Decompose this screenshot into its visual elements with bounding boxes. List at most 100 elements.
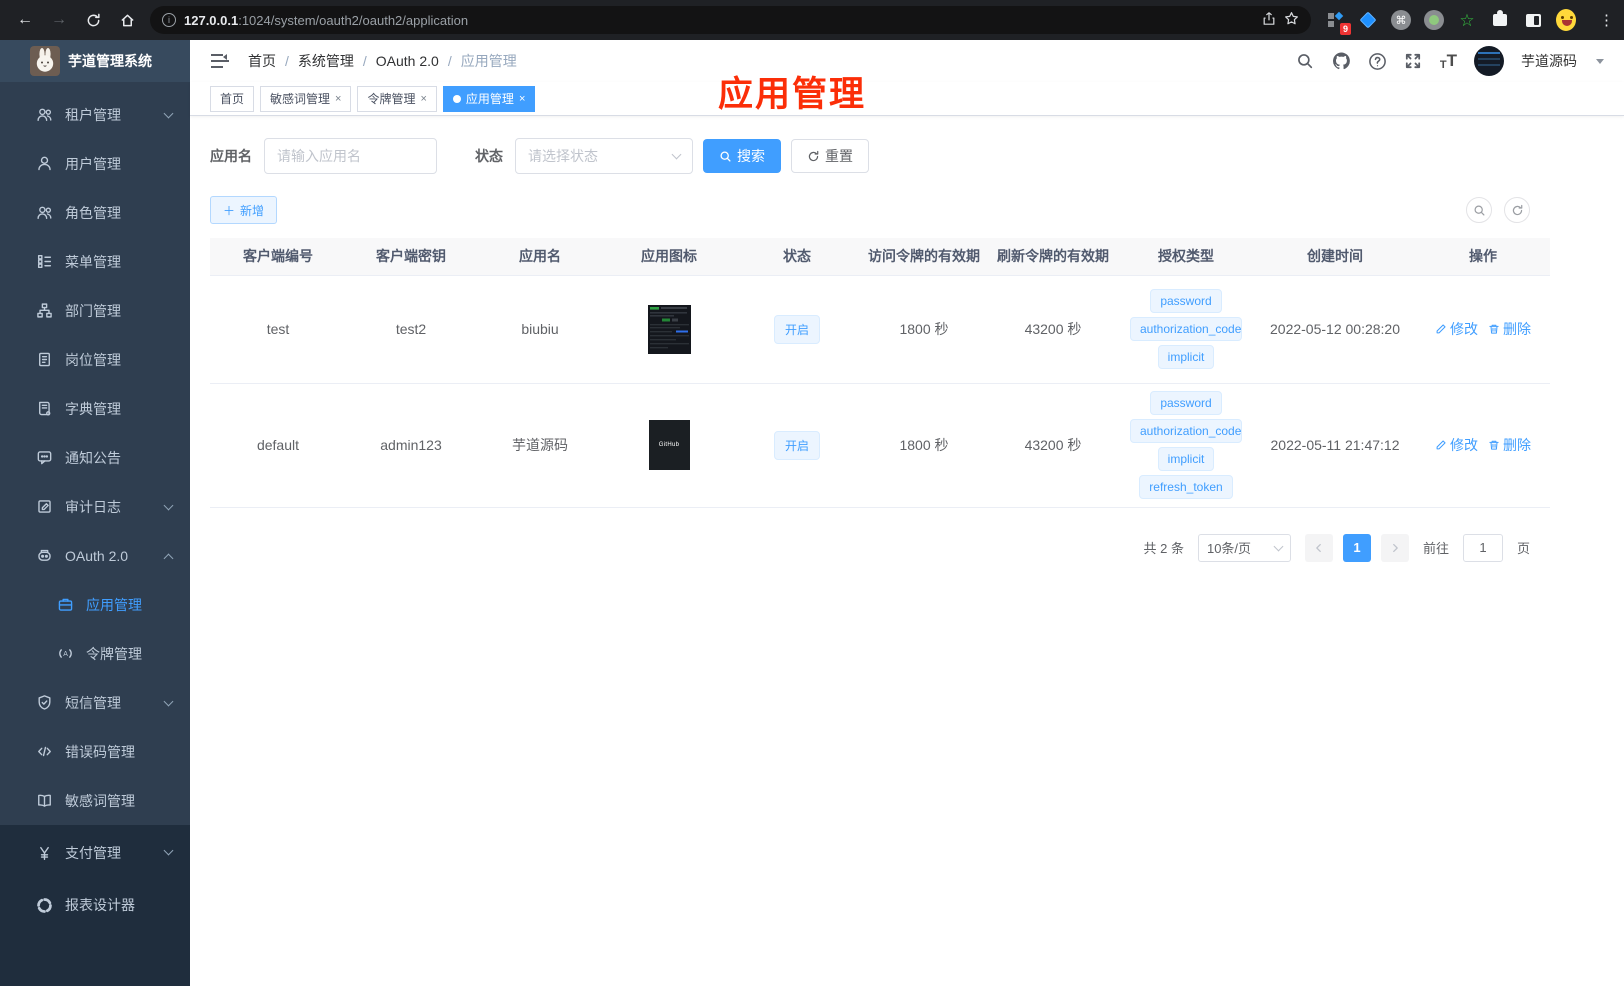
edit-icon xyxy=(1436,440,1446,450)
close-icon[interactable]: × xyxy=(420,93,426,105)
share-icon[interactable] xyxy=(1262,11,1276,29)
command-extension-icon[interactable]: ⌘ xyxy=(1391,10,1411,30)
close-icon[interactable]: × xyxy=(335,93,341,105)
sidebar-item-dict[interactable]: 字典管理 xyxy=(0,384,190,433)
trash-icon xyxy=(1489,440,1499,450)
site-info-icon[interactable]: i xyxy=(162,13,176,27)
url-text: 127.0.0.1:1024/system/oauth2/oauth2/appl… xyxy=(184,12,469,28)
fullscreen-icon[interactable] xyxy=(1404,52,1423,71)
sidebar-item-sms[interactable]: 短信管理 xyxy=(0,678,190,727)
edit-button[interactable]: 修改 xyxy=(1435,319,1478,339)
code-icon xyxy=(38,746,51,757)
cell-secret: test2 xyxy=(346,275,476,384)
breadcrumb-home[interactable]: 首页 xyxy=(248,51,276,71)
sidebar-item-oauth-application[interactable]: 应用管理 xyxy=(0,580,190,629)
sidebar-item-label: 角色管理 xyxy=(65,204,121,221)
recorder-extension-icon[interactable] xyxy=(1424,10,1444,30)
sidebar-item-audit-log[interactable]: 审计日志 xyxy=(0,482,190,531)
sidebar-item-tenant[interactable]: 租户管理 xyxy=(0,90,190,139)
table-toolbar: ＋ 新增 xyxy=(210,196,1530,224)
grant-tag: refresh_token xyxy=(1139,475,1233,499)
user-menu-caret-icon[interactable] xyxy=(1596,58,1604,64)
sidebar-item-dept[interactable]: 部门管理 xyxy=(0,286,190,335)
cell-created: 2022-05-11 21:47:12 xyxy=(1254,383,1416,508)
page-size-select[interactable]: 10条/页 xyxy=(1197,533,1291,562)
search-icon[interactable] xyxy=(1296,52,1315,71)
sidebar-item-oauth[interactable]: OAuth 2.0 xyxy=(0,531,190,580)
sidebar-item-sensitive-word[interactable]: 敏感词管理 xyxy=(0,776,190,825)
tab-sensitive-word[interactable]: 敏感词管理 × xyxy=(260,85,352,112)
side-panel-icon[interactable] xyxy=(1523,10,1543,30)
tab-token[interactable]: 令牌管理 × xyxy=(357,85,437,112)
star-extension-icon[interactable]: ☆ xyxy=(1457,10,1477,30)
tab-home[interactable]: 首页 xyxy=(210,85,255,112)
chevron-down-icon xyxy=(163,108,174,119)
goto-page-input[interactable] xyxy=(1462,533,1503,562)
token-icon: A xyxy=(59,649,72,658)
sidebar-item-post[interactable]: 岗位管理 xyxy=(0,335,190,384)
collapse-sidebar-icon[interactable] xyxy=(210,53,230,69)
cell-app-icon xyxy=(604,275,734,384)
col-app-icon: 应用图标 xyxy=(604,238,734,275)
puzzle-extensions-icon[interactable] xyxy=(1490,10,1510,30)
sidebar-item-role[interactable]: 角色管理 xyxy=(0,188,190,237)
browser-menu-icon[interactable]: ⋮ xyxy=(1599,11,1614,29)
page-unit-label: 页 xyxy=(1516,541,1530,556)
browser-extensions: 9 ⌘ ☆ ⋮ xyxy=(1325,9,1614,35)
font-size-icon[interactable]: TT xyxy=(1440,51,1457,71)
breadcrumb-system[interactable]: 系统管理 xyxy=(298,51,354,71)
kite-extension-icon[interactable] xyxy=(1358,10,1378,30)
prev-page-button[interactable] xyxy=(1304,533,1333,562)
next-page-button[interactable] xyxy=(1380,533,1409,562)
app-logo[interactable]: 芋道管理系统 xyxy=(0,40,190,82)
applications-table: 客户端编号 客户端密钥 应用名 应用图标 状态 访问令牌的有效期 刷新令牌的有效… xyxy=(210,238,1550,508)
sidebar-item-label: 支付管理 xyxy=(65,845,121,861)
user-avatar[interactable] xyxy=(1474,46,1504,76)
breadcrumb-oauth[interactable]: OAuth 2.0 xyxy=(376,53,439,69)
sidebar-item-label: 用户管理 xyxy=(65,155,121,172)
toggle-search-icon[interactable] xyxy=(1466,197,1492,223)
col-grant-types: 授权类型 xyxy=(1118,238,1254,275)
grant-tag: authorization_code xyxy=(1130,419,1242,443)
forward-icon[interactable]: → xyxy=(44,5,74,35)
github-icon[interactable] xyxy=(1332,52,1351,71)
col-client-id: 客户端编号 xyxy=(210,238,346,275)
cell-actions: 修改 删除 xyxy=(1416,275,1550,384)
page-1-button[interactable]: 1 xyxy=(1342,533,1371,562)
bookmark-star-icon[interactable] xyxy=(1284,11,1299,29)
profile-avatar-icon[interactable] xyxy=(1556,9,1576,31)
tab-application[interactable]: 应用管理 × xyxy=(442,85,536,112)
app-name-input[interactable] xyxy=(264,138,437,174)
sidebar-item-label: 菜单管理 xyxy=(65,253,121,270)
url-bar[interactable]: i 127.0.0.1:1024/system/oauth2/oauth2/ap… xyxy=(150,6,1311,34)
reset-button[interactable]: 重置 xyxy=(791,139,869,173)
sidebar-item-user[interactable]: 用户管理 xyxy=(0,139,190,188)
user-name[interactable]: 芋道源码 xyxy=(1521,51,1577,71)
reload-icon[interactable] xyxy=(78,5,108,35)
add-button[interactable]: ＋ 新增 xyxy=(210,196,278,224)
sidebar-item-errorcode[interactable]: 错误码管理 xyxy=(0,727,190,776)
extension-icon[interactable]: 9 xyxy=(1325,10,1351,35)
sidebar-item-report-designer[interactable]: 报表设计器 xyxy=(0,879,190,931)
col-created: 创建时间 xyxy=(1254,238,1416,275)
delete-button[interactable]: 删除 xyxy=(1488,435,1531,455)
cell-status: 开启 xyxy=(734,383,860,508)
delete-button[interactable]: 删除 xyxy=(1488,319,1531,339)
breadcrumb: 首页 / 系统管理 / OAuth 2.0 / 应用管理 xyxy=(248,51,517,71)
sidebar-item-notice[interactable]: 通知公告 xyxy=(0,433,190,482)
cell-created: 2022-05-12 00:28:20 xyxy=(1254,275,1416,384)
dictionary-icon xyxy=(39,401,51,416)
sidebar-item-menu[interactable]: 菜单管理 xyxy=(0,237,190,286)
edit-button[interactable]: 修改 xyxy=(1435,435,1478,455)
close-icon[interactable]: × xyxy=(519,93,525,105)
back-icon[interactable]: ← xyxy=(10,5,40,35)
status-select[interactable]: 请选择状态 xyxy=(515,138,693,174)
chevron-down-icon xyxy=(163,500,174,511)
sidebar-item-pay[interactable]: 支付管理 xyxy=(0,827,190,879)
search-button[interactable]: 搜索 xyxy=(703,139,781,173)
navbar-actions: TT 芋道源码 xyxy=(1296,46,1604,76)
home-icon[interactable] xyxy=(112,5,142,35)
refresh-table-icon[interactable] xyxy=(1504,197,1530,223)
help-icon[interactable] xyxy=(1368,52,1387,71)
sidebar-item-oauth-token[interactable]: A 令牌管理 xyxy=(0,629,190,678)
